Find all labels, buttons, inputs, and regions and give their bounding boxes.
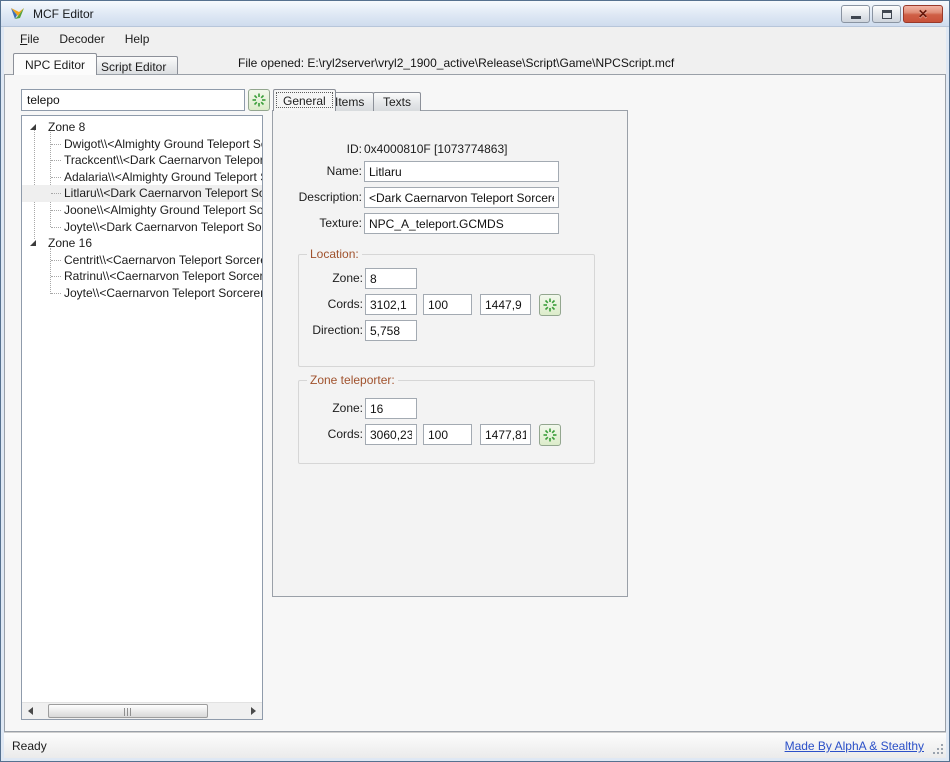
client-area: File Decoder Help NPC Editor Script Edit… (4, 27, 946, 758)
menu-file[interactable]: File (10, 29, 49, 49)
name-label: Name: (278, 161, 362, 182)
teleporter-cord-z-field[interactable] (480, 424, 531, 445)
location-zone-field[interactable] (365, 268, 417, 289)
tree-node-leaf[interactable]: Trackcent\\<Dark Caernarvon Teleport (22, 152, 262, 169)
tree-node-leaf[interactable]: Joyte\\<Dark Caernarvon Teleport Sorc (22, 219, 262, 236)
app-window: MCF Editor ✕ File Decoder Help NPC Edito… (0, 0, 950, 762)
teleporter-zone-label: Zone: (279, 398, 363, 419)
teleporter-pick-button[interactable] (539, 424, 561, 446)
scrollbar-thumb[interactable] (48, 704, 208, 718)
tree-node-label: Joyte\\<Caernarvon Teleport Sorcerer> (64, 285, 262, 302)
tree-expand-icon[interactable] (30, 124, 36, 130)
location-group-title: Location: (307, 247, 362, 261)
tree-node-leaf[interactable]: Centrit\\<Caernarvon Teleport Sorcerer> (22, 252, 262, 269)
npc-tree[interactable]: Zone 8 Dwigot\\<Almighty Ground Teleport… (21, 115, 263, 720)
main-tab-strip: NPC Editor Script Editor File opened: E:… (4, 51, 946, 75)
location-group: Location: Zone: Cords: (298, 254, 595, 367)
tree-node-root[interactable]: Zone 8 (22, 119, 262, 136)
search-go-button[interactable] (248, 89, 270, 111)
scroll-left-arrow-icon[interactable] (22, 703, 39, 719)
location-zone-label: Zone: (279, 268, 363, 289)
credit-link[interactable]: Made By AlphA & Stealthy (785, 739, 924, 753)
tree-node-label: Litlaru\\<Dark Caernarvon Teleport Sor (64, 185, 262, 202)
sparkle-icon (543, 298, 557, 312)
tree-expand-icon[interactable] (30, 240, 36, 246)
tab-general[interactable]: General (273, 89, 336, 111)
location-cords-label: Cords: (279, 294, 363, 315)
sparkle-icon (543, 428, 557, 442)
npc-editor-page: Zone 8 Dwigot\\<Almighty Ground Teleport… (4, 74, 946, 732)
tree-children-group: Dwigot\\<Almighty Ground Teleport Sor Tr… (22, 136, 262, 236)
menu-decoder[interactable]: Decoder (49, 29, 114, 49)
minimize-icon (851, 16, 861, 19)
search-input[interactable] (21, 89, 245, 111)
resize-grip-icon[interactable] (932, 743, 944, 755)
tree-node-root[interactable]: Zone 16 (22, 235, 262, 252)
tree-node-label: Adalaria\\<Almighty Ground Teleport Sc (64, 169, 262, 186)
general-panel: ID: 0x4000810F [1073774863] Name: Descri… (272, 110, 628, 597)
tab-script-editor[interactable]: Script Editor (89, 56, 178, 75)
tree-children-group: Centrit\\<Caernarvon Teleport Sorcerer> … (22, 252, 262, 302)
teleporter-cords-label: Cords: (279, 424, 363, 445)
tab-npc-editor[interactable]: NPC Editor (13, 53, 97, 75)
npc-tree-rows: Zone 8 Dwigot\\<Almighty Ground Teleport… (22, 116, 262, 302)
zone-teleporter-group-title: Zone teleporter: (307, 373, 398, 387)
direction-label: Direction: (279, 320, 363, 341)
location-cord-x-field[interactable] (365, 294, 417, 315)
description-label: Description: (278, 187, 362, 208)
location-cord-z-field[interactable] (480, 294, 531, 315)
tree-node-leaf[interactable]: Dwigot\\<Almighty Ground Teleport Sor (22, 136, 262, 153)
tree-node-leaf[interactable]: Ratrinu\\<Caernarvon Teleport Sorcere (22, 268, 262, 285)
tab-texts[interactable]: Texts (373, 92, 421, 111)
menu-help[interactable]: Help (115, 29, 160, 49)
teleporter-zone-field[interactable] (365, 398, 417, 419)
title-bar[interactable]: MCF Editor ✕ (1, 1, 949, 27)
file-opened-text: File opened: E:\ryl2server\vryl2_1900_ac… (238, 56, 674, 70)
tree-node-label: Dwigot\\<Almighty Ground Teleport Sor (64, 136, 262, 153)
tree-node-label: Trackcent\\<Dark Caernarvon Teleport (64, 152, 262, 169)
tree-node-label: Joyte\\<Dark Caernarvon Teleport Sorc (64, 219, 262, 236)
app-logo-icon (9, 5, 27, 23)
teleporter-cord-y-field[interactable] (423, 424, 472, 445)
maximize-button[interactable] (872, 5, 901, 23)
zone-teleporter-group: Zone teleporter: Zone: Cords: (298, 380, 595, 464)
name-field[interactable] (364, 161, 559, 182)
scroll-right-arrow-icon[interactable] (245, 703, 262, 719)
close-icon: ✕ (918, 8, 928, 20)
tree-horizontal-scrollbar[interactable] (22, 702, 262, 719)
tree-node-label: Centrit\\<Caernarvon Teleport Sorcerer> (64, 252, 262, 269)
tree-node-label: Zone 8 (48, 119, 85, 136)
close-button[interactable]: ✕ (903, 5, 943, 23)
minimize-button[interactable] (841, 5, 870, 23)
location-cord-y-field[interactable] (423, 294, 472, 315)
tree-node-leaf[interactable]: Litlaru\\<Dark Caernarvon Teleport Sor (22, 185, 262, 202)
status-text: Ready (12, 739, 47, 753)
texture-label: Texture: (278, 213, 362, 234)
menu-bar: File Decoder Help (4, 27, 946, 51)
tree-node-leaf[interactable]: Joone\\<Almighty Ground Teleport Sorc (22, 202, 262, 219)
tree-node-label: Ratrinu\\<Caernarvon Teleport Sorcere (64, 268, 262, 285)
id-label: ID: (278, 139, 362, 160)
tree-node-label: Zone 16 (48, 235, 92, 252)
maximize-icon (882, 10, 892, 19)
tree-node-leaf[interactable]: Adalaria\\<Almighty Ground Teleport Sc (22, 169, 262, 186)
status-bar: Ready Made By AlphA & Stealthy (4, 732, 946, 758)
location-pick-button[interactable] (539, 294, 561, 316)
tree-node-label: Joone\\<Almighty Ground Teleport Sorc (64, 202, 262, 219)
id-value: 0x4000810F [1073774863] (364, 142, 507, 156)
description-field[interactable] (364, 187, 559, 208)
tree-node-leaf[interactable]: Joyte\\<Caernarvon Teleport Sorcerer> (22, 285, 262, 302)
direction-field[interactable] (365, 320, 417, 341)
teleporter-cord-x-field[interactable] (365, 424, 417, 445)
window-title: MCF Editor (33, 7, 94, 21)
texture-field[interactable] (364, 213, 559, 234)
sparkle-icon (252, 93, 266, 107)
